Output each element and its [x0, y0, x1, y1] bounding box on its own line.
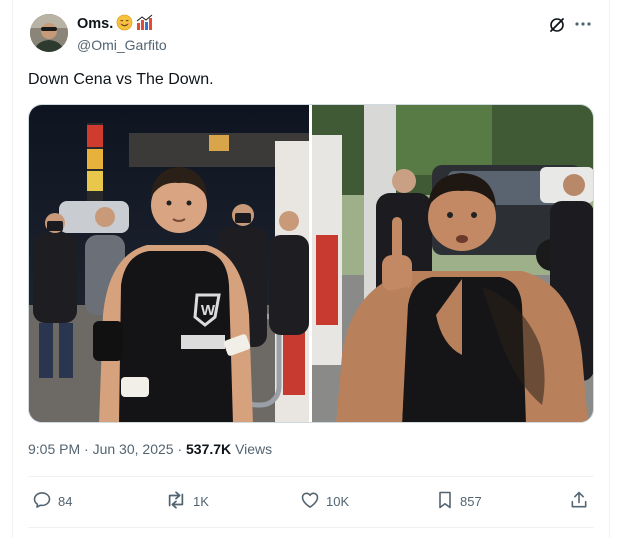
- user-handle[interactable]: @Omi_Garfito: [77, 37, 167, 53]
- svg-text:W: W: [201, 302, 216, 319]
- like-count: 10K: [326, 494, 350, 509]
- display-name[interactable]: Oms.: [77, 16, 113, 32]
- views-label: Views: [235, 441, 273, 457]
- tweet-date[interactable]: Jun 30, 2025: [93, 441, 174, 457]
- tweet: Oms. @Omi_Garfito Down Cena vs The Down.…: [0, 0, 625, 534]
- heart-icon: [300, 490, 320, 513]
- grok-icon[interactable]: [548, 16, 566, 39]
- meta-separator-2: ·: [173, 441, 187, 457]
- tweet-meta: 9:05 PM · Jun 30, 2025 · 537.7K Views: [28, 441, 272, 457]
- tweet-text: Down Cena vs The Down.: [28, 71, 214, 88]
- tweet-image-left[interactable]: W: [29, 105, 309, 422]
- share-icon: [569, 490, 589, 513]
- name-emojis: [116, 14, 154, 36]
- share-button[interactable]: [569, 490, 589, 513]
- repost-count: 1K: [193, 494, 209, 509]
- reply-button[interactable]: 84: [32, 490, 72, 513]
- reply-icon: [32, 490, 52, 513]
- tweet-time[interactable]: 9:05 PM: [28, 441, 80, 457]
- like-button[interactable]: 10K: [300, 490, 349, 513]
- factory-chart-emoji-icon: [136, 14, 154, 36]
- divider-top: [28, 476, 594, 477]
- tweet-image-right[interactable]: [312, 105, 593, 422]
- reply-count: 84: [58, 494, 73, 509]
- repost-button[interactable]: 1K: [165, 490, 209, 513]
- media-grid: W: [28, 104, 594, 423]
- meta-separator: ·: [80, 441, 93, 457]
- avatar[interactable]: [30, 14, 68, 52]
- bookmark-count: 857: [460, 494, 482, 509]
- divider-bottom: [28, 527, 594, 528]
- repost-icon: [165, 490, 187, 513]
- bookmark-icon: [436, 490, 454, 513]
- views-count: 537.7K: [186, 441, 232, 457]
- smiling-face-emoji-icon: [116, 14, 133, 36]
- action-bar: 84 1K 10K 857: [28, 490, 594, 514]
- more-options-icon[interactable]: [573, 15, 593, 38]
- bookmark-button[interactable]: 857: [436, 490, 482, 513]
